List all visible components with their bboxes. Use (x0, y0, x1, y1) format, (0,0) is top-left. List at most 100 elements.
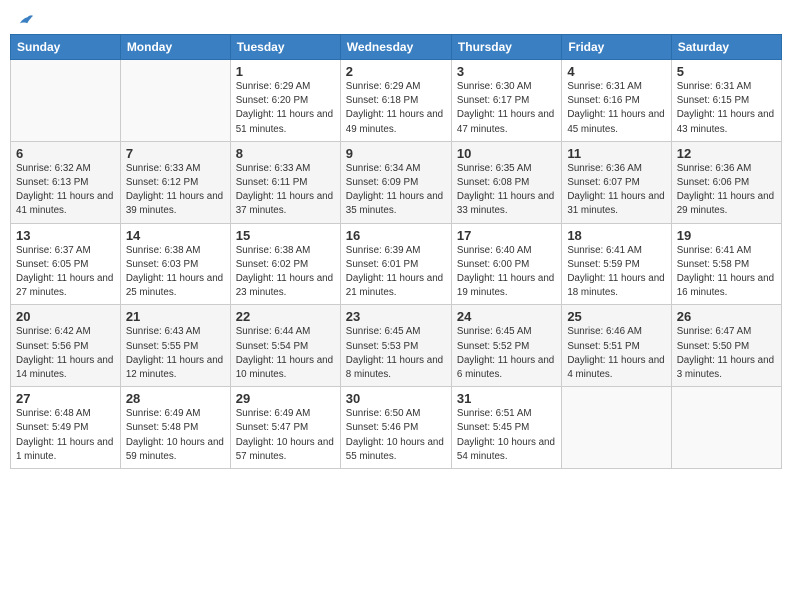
day-number: 2 (346, 64, 446, 79)
calendar-table: SundayMondayTuesdayWednesdayThursdayFrid… (10, 34, 782, 469)
day-number: 6 (16, 146, 115, 161)
day-info: Sunrise: 6:32 AM Sunset: 6:13 PM Dayligh… (16, 162, 115, 219)
day-number: 27 (16, 391, 115, 406)
header-wednesday: Wednesday (340, 35, 451, 60)
day-number: 11 (567, 146, 665, 161)
calendar-cell: 16Sunrise: 6:39 AM Sunset: 6:01 PM Dayli… (340, 223, 451, 305)
calendar-cell: 30Sunrise: 6:50 AM Sunset: 5:46 PM Dayli… (340, 387, 451, 469)
header-saturday: Saturday (671, 35, 781, 60)
day-info: Sunrise: 6:34 AM Sunset: 6:09 PM Dayligh… (346, 162, 446, 219)
day-info: Sunrise: 6:36 AM Sunset: 6:06 PM Dayligh… (677, 162, 776, 219)
day-number: 17 (457, 228, 556, 243)
day-number: 25 (567, 309, 665, 324)
day-info: Sunrise: 6:35 AM Sunset: 6:08 PM Dayligh… (457, 162, 556, 219)
day-number: 10 (457, 146, 556, 161)
calendar-cell: 8Sunrise: 6:33 AM Sunset: 6:11 PM Daylig… (230, 141, 340, 223)
day-info: Sunrise: 6:40 AM Sunset: 6:00 PM Dayligh… (457, 244, 556, 301)
calendar-cell: 3Sunrise: 6:30 AM Sunset: 6:17 PM Daylig… (451, 60, 561, 142)
day-info: Sunrise: 6:43 AM Sunset: 5:55 PM Dayligh… (126, 325, 225, 382)
day-number: 28 (126, 391, 225, 406)
day-info: Sunrise: 6:38 AM Sunset: 6:03 PM Dayligh… (126, 244, 225, 301)
week-row-5: 27Sunrise: 6:48 AM Sunset: 5:49 PM Dayli… (11, 387, 782, 469)
day-number: 13 (16, 228, 115, 243)
day-number: 4 (567, 64, 665, 79)
day-info: Sunrise: 6:45 AM Sunset: 5:53 PM Dayligh… (346, 325, 446, 382)
day-info: Sunrise: 6:33 AM Sunset: 6:12 PM Dayligh… (126, 162, 225, 219)
day-number: 7 (126, 146, 225, 161)
page-header (10, 10, 782, 26)
calendar-cell: 6Sunrise: 6:32 AM Sunset: 6:13 PM Daylig… (11, 141, 121, 223)
day-number: 8 (236, 146, 335, 161)
day-info: Sunrise: 6:47 AM Sunset: 5:50 PM Dayligh… (677, 325, 776, 382)
calendar-cell: 27Sunrise: 6:48 AM Sunset: 5:49 PM Dayli… (11, 387, 121, 469)
day-number: 20 (16, 309, 115, 324)
calendar-cell: 31Sunrise: 6:51 AM Sunset: 5:45 PM Dayli… (451, 387, 561, 469)
day-number: 31 (457, 391, 556, 406)
calendar-cell: 5Sunrise: 6:31 AM Sunset: 6:15 PM Daylig… (671, 60, 781, 142)
day-info: Sunrise: 6:45 AM Sunset: 5:52 PM Dayligh… (457, 325, 556, 382)
calendar-cell: 2Sunrise: 6:29 AM Sunset: 6:18 PM Daylig… (340, 60, 451, 142)
header-row: SundayMondayTuesdayWednesdayThursdayFrid… (11, 35, 782, 60)
week-row-3: 13Sunrise: 6:37 AM Sunset: 6:05 PM Dayli… (11, 223, 782, 305)
calendar-cell (11, 60, 121, 142)
calendar-cell: 9Sunrise: 6:34 AM Sunset: 6:09 PM Daylig… (340, 141, 451, 223)
day-number: 22 (236, 309, 335, 324)
day-number: 3 (457, 64, 556, 79)
calendar-cell: 19Sunrise: 6:41 AM Sunset: 5:58 PM Dayli… (671, 223, 781, 305)
day-info: Sunrise: 6:29 AM Sunset: 6:20 PM Dayligh… (236, 80, 335, 137)
calendar-cell: 4Sunrise: 6:31 AM Sunset: 6:16 PM Daylig… (562, 60, 671, 142)
calendar-cell: 29Sunrise: 6:49 AM Sunset: 5:47 PM Dayli… (230, 387, 340, 469)
day-info: Sunrise: 6:33 AM Sunset: 6:11 PM Dayligh… (236, 162, 335, 219)
calendar-cell: 7Sunrise: 6:33 AM Sunset: 6:12 PM Daylig… (120, 141, 230, 223)
day-info: Sunrise: 6:41 AM Sunset: 5:59 PM Dayligh… (567, 244, 665, 301)
calendar-cell: 25Sunrise: 6:46 AM Sunset: 5:51 PM Dayli… (562, 305, 671, 387)
day-info: Sunrise: 6:50 AM Sunset: 5:46 PM Dayligh… (346, 407, 446, 464)
day-info: Sunrise: 6:37 AM Sunset: 6:05 PM Dayligh… (16, 244, 115, 301)
calendar-cell (671, 387, 781, 469)
day-number: 23 (346, 309, 446, 324)
day-info: Sunrise: 6:42 AM Sunset: 5:56 PM Dayligh… (16, 325, 115, 382)
calendar-cell: 11Sunrise: 6:36 AM Sunset: 6:07 PM Dayli… (562, 141, 671, 223)
day-info: Sunrise: 6:48 AM Sunset: 5:49 PM Dayligh… (16, 407, 115, 464)
day-info: Sunrise: 6:51 AM Sunset: 5:45 PM Dayligh… (457, 407, 556, 464)
day-number: 18 (567, 228, 665, 243)
day-info: Sunrise: 6:31 AM Sunset: 6:16 PM Dayligh… (567, 80, 665, 137)
week-row-1: 1Sunrise: 6:29 AM Sunset: 6:20 PM Daylig… (11, 60, 782, 142)
day-number: 1 (236, 64, 335, 79)
calendar-cell: 28Sunrise: 6:49 AM Sunset: 5:48 PM Dayli… (120, 387, 230, 469)
calendar-cell: 1Sunrise: 6:29 AM Sunset: 6:20 PM Daylig… (230, 60, 340, 142)
day-info: Sunrise: 6:30 AM Sunset: 6:17 PM Dayligh… (457, 80, 556, 137)
day-info: Sunrise: 6:38 AM Sunset: 6:02 PM Dayligh… (236, 244, 335, 301)
day-number: 30 (346, 391, 446, 406)
day-number: 21 (126, 309, 225, 324)
day-number: 15 (236, 228, 335, 243)
day-info: Sunrise: 6:44 AM Sunset: 5:54 PM Dayligh… (236, 325, 335, 382)
calendar-cell: 10Sunrise: 6:35 AM Sunset: 6:08 PM Dayli… (451, 141, 561, 223)
calendar-cell: 26Sunrise: 6:47 AM Sunset: 5:50 PM Dayli… (671, 305, 781, 387)
day-info: Sunrise: 6:31 AM Sunset: 6:15 PM Dayligh… (677, 80, 776, 137)
calendar-cell: 21Sunrise: 6:43 AM Sunset: 5:55 PM Dayli… (120, 305, 230, 387)
day-info: Sunrise: 6:49 AM Sunset: 5:47 PM Dayligh… (236, 407, 335, 464)
calendar-cell (120, 60, 230, 142)
day-number: 9 (346, 146, 446, 161)
week-row-2: 6Sunrise: 6:32 AM Sunset: 6:13 PM Daylig… (11, 141, 782, 223)
calendar-cell (562, 387, 671, 469)
calendar-cell: 22Sunrise: 6:44 AM Sunset: 5:54 PM Dayli… (230, 305, 340, 387)
header-thursday: Thursday (451, 35, 561, 60)
day-number: 26 (677, 309, 776, 324)
calendar-cell: 13Sunrise: 6:37 AM Sunset: 6:05 PM Dayli… (11, 223, 121, 305)
day-number: 29 (236, 391, 335, 406)
header-friday: Friday (562, 35, 671, 60)
calendar-cell: 20Sunrise: 6:42 AM Sunset: 5:56 PM Dayli… (11, 305, 121, 387)
logo-bird-icon (14, 10, 36, 32)
day-info: Sunrise: 6:49 AM Sunset: 5:48 PM Dayligh… (126, 407, 225, 464)
calendar-cell: 23Sunrise: 6:45 AM Sunset: 5:53 PM Dayli… (340, 305, 451, 387)
day-number: 14 (126, 228, 225, 243)
day-number: 19 (677, 228, 776, 243)
header-monday: Monday (120, 35, 230, 60)
calendar-cell: 14Sunrise: 6:38 AM Sunset: 6:03 PM Dayli… (120, 223, 230, 305)
header-sunday: Sunday (11, 35, 121, 60)
day-info: Sunrise: 6:29 AM Sunset: 6:18 PM Dayligh… (346, 80, 446, 137)
day-number: 12 (677, 146, 776, 161)
day-info: Sunrise: 6:46 AM Sunset: 5:51 PM Dayligh… (567, 325, 665, 382)
